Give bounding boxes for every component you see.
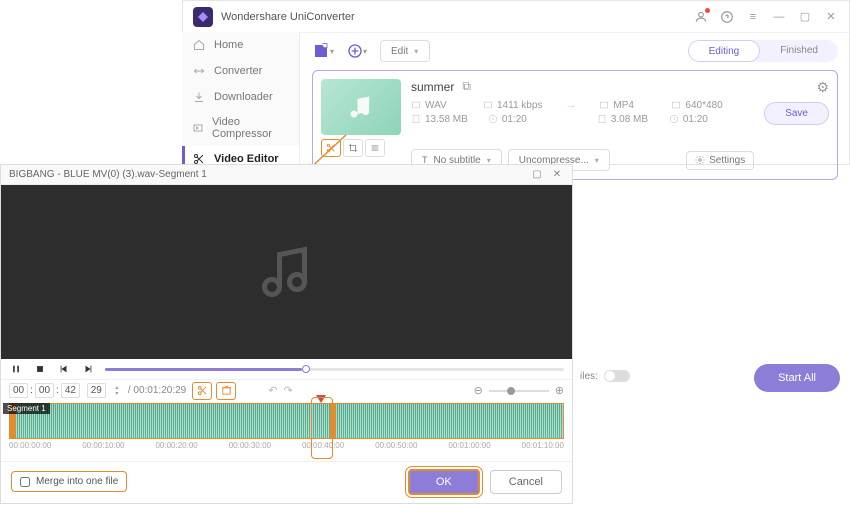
user-icon[interactable]: [693, 9, 709, 25]
sidebar-item-label: Video Compressor: [212, 116, 289, 140]
zoom-slider[interactable]: [489, 390, 549, 392]
time-labels: 00:00:00:0000:00:10:0000:00:20:0000:00:3…: [9, 441, 564, 450]
redo-icon[interactable]: ↷: [283, 384, 292, 397]
editor-titlebar: BIGBANG - BLUE MV(0) (3).wav-Segment 1 ▢…: [1, 165, 572, 185]
sidebar-item-home[interactable]: Home: [182, 32, 299, 58]
sidebar-item-label: Downloader: [214, 91, 273, 103]
segment-label: Segment 1: [3, 403, 50, 414]
editor-window: BIGBANG - BLUE MV(0) (3).wav-Segment 1 ▢…: [0, 164, 573, 504]
more-button[interactable]: [365, 139, 385, 157]
prev-button[interactable]: [57, 362, 71, 376]
add-url-button[interactable]: ▾: [346, 40, 368, 62]
merge-checkbox[interactable]: Merge into one file: [11, 471, 127, 492]
add-file-button[interactable]: ▾: [312, 40, 334, 62]
handle-mid[interactable]: [330, 404, 336, 439]
dst-duration: 01:20: [669, 114, 721, 125]
save-button[interactable]: Save: [764, 102, 829, 125]
start-all-button[interactable]: Start All: [754, 364, 840, 392]
ok-button[interactable]: OK: [408, 469, 480, 495]
editor-maximize-icon[interactable]: ▢: [530, 169, 544, 180]
arrow-icon: →: [565, 99, 576, 111]
dst-format: MP4: [599, 100, 651, 111]
time-input[interactable]: 00:00:42 29: [9, 383, 106, 398]
time-stepper[interactable]: ▴▾: [112, 385, 122, 397]
sidebar-item-downloader[interactable]: Downloader: [182, 84, 299, 110]
undo-icon[interactable]: ↶: [268, 384, 277, 397]
sidebar-item-converter[interactable]: Converter: [182, 58, 299, 84]
delete-segment-button[interactable]: [216, 382, 236, 400]
dst-resolution: 640*480: [671, 100, 723, 111]
status-tabs: Editing Finished: [688, 40, 838, 62]
sidebar: Home Converter Downloader Video Compress…: [182, 32, 300, 165]
sidebar-item-label: Home: [214, 39, 243, 51]
crop-button[interactable]: [343, 139, 363, 157]
open-link-icon[interactable]: ⧉: [462, 79, 471, 94]
bottom-panel: iles: Start All: [580, 360, 840, 392]
download-icon: [192, 90, 206, 104]
file-name: summer: [411, 80, 454, 94]
timeline[interactable]: Segment 1 00:00:00:0000:00:10:0000:00:20…: [1, 401, 572, 461]
zoom-in-icon[interactable]: ⊕: [555, 384, 564, 397]
dst-size: 3.08 MB: [597, 114, 649, 125]
compress-icon: [192, 121, 204, 135]
sidebar-item-label: Converter: [214, 65, 262, 77]
app-logo: [193, 7, 213, 27]
stop-button[interactable]: [33, 362, 47, 376]
tab-editing[interactable]: Editing: [688, 40, 761, 62]
maximize-icon[interactable]: ▢: [797, 9, 813, 25]
close-icon[interactable]: ✕: [823, 9, 839, 25]
titlebar: Wondershare UniConverter ≡ — ▢ ✕: [183, 1, 849, 33]
home-icon: [192, 38, 206, 52]
sidebar-item-compressor[interactable]: Video Compressor: [182, 110, 299, 146]
src-duration: 01:20: [488, 114, 540, 125]
merge-files-label: iles:: [580, 371, 598, 382]
cancel-button[interactable]: Cancel: [490, 470, 562, 494]
pause-button[interactable]: [9, 362, 23, 376]
src-format: WAV: [411, 100, 463, 111]
minimize-icon[interactable]: —: [771, 9, 787, 25]
editor-close-icon[interactable]: ✕: [550, 169, 564, 180]
next-button[interactable]: [81, 362, 95, 376]
waveform[interactable]: [9, 403, 564, 439]
cut-button[interactable]: [192, 382, 212, 400]
merge-toggle[interactable]: [604, 370, 630, 382]
settings-button[interactable]: Settings: [686, 151, 754, 170]
app-title: Wondershare UniConverter: [221, 11, 355, 23]
help-icon[interactable]: [719, 9, 735, 25]
file-thumbnail: [321, 79, 401, 135]
converter-icon: [192, 64, 206, 78]
output-settings-icon[interactable]: ⚙: [816, 79, 829, 96]
src-bitrate: 1411 kbps: [483, 100, 542, 111]
playhead[interactable]: [316, 395, 326, 408]
progress-bar[interactable]: [105, 368, 564, 371]
editor-title: BIGBANG - BLUE MV(0) (3).wav-Segment 1: [9, 169, 207, 180]
src-size: 13.58 MB: [411, 114, 468, 125]
zoom-out-icon[interactable]: ⊖: [474, 384, 483, 397]
menu-icon[interactable]: ≡: [745, 9, 761, 25]
edit-dropdown[interactable]: Edit: [380, 40, 430, 62]
tab-finished[interactable]: Finished: [760, 40, 838, 62]
video-preview: [1, 185, 572, 359]
time-total: / 00:01:20:29: [128, 385, 186, 396]
trim-button[interactable]: [321, 139, 341, 157]
